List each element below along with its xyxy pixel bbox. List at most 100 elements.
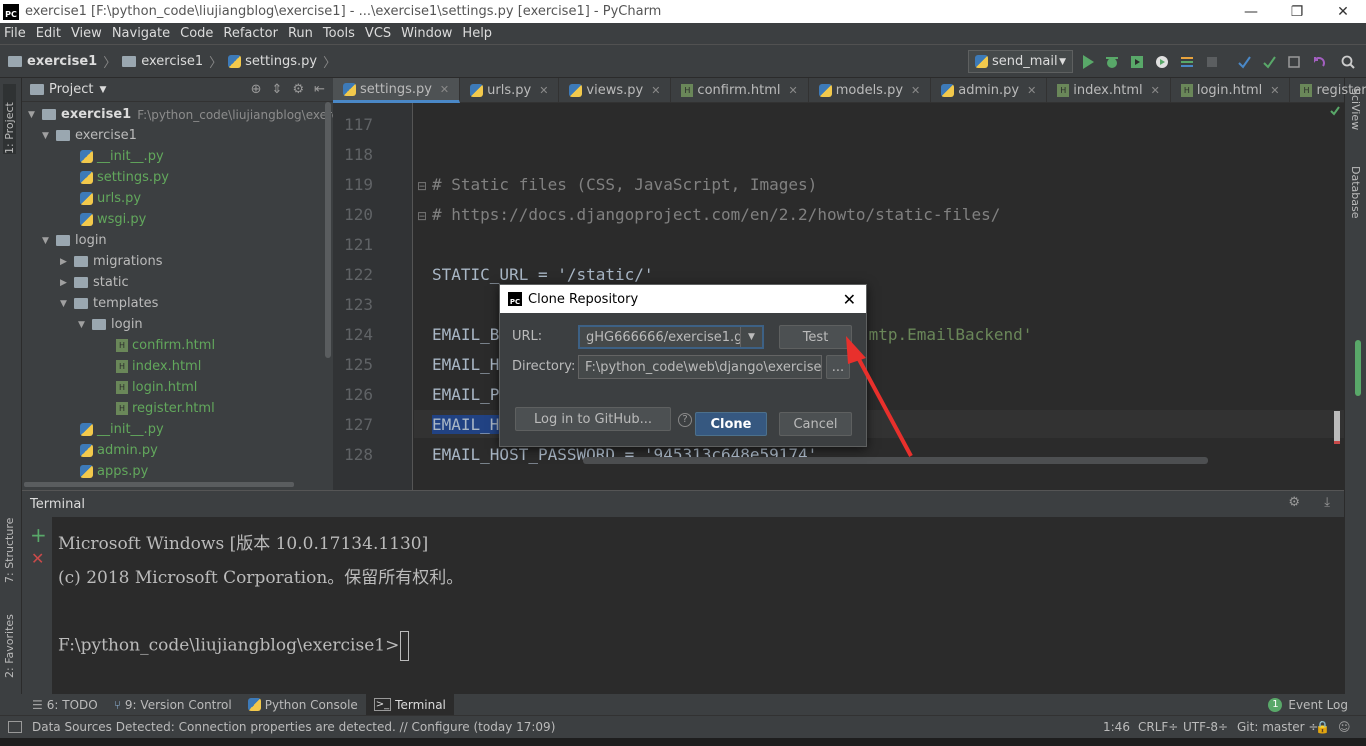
menu-vcs[interactable]: VCS <box>365 26 391 41</box>
tab-register-html[interactable]: H register.html <box>1290 78 1366 103</box>
close-icon[interactable]: ✕ <box>788 84 797 97</box>
chevron-down-icon[interactable]: ▼ <box>78 320 92 330</box>
tab-settings-py[interactable]: settings.py ✕ <box>333 78 461 103</box>
tree-item-login-html[interactable]: H login.html <box>116 377 197 398</box>
menu-tools[interactable]: Tools <box>323 26 355 41</box>
run-icon[interactable] <box>1080 54 1096 70</box>
close-icon[interactable]: ✕ <box>1027 84 1036 97</box>
chevron-down-icon[interactable]: ▼ <box>60 299 74 309</box>
project-vertical-scrollbar[interactable] <box>325 102 331 358</box>
collapse-all-icon[interactable]: ⇕ <box>272 82 283 97</box>
close-icon[interactable]: ✕ <box>1270 84 1279 97</box>
project-horizontal-scrollbar[interactable] <box>24 482 294 487</box>
cancel-button[interactable]: Cancel <box>779 412 852 436</box>
fold-marker-icon[interactable]: ⊟ <box>417 209 427 223</box>
test-button[interactable]: Test <box>779 325 852 349</box>
tab-models-py[interactable]: models.py ✕ <box>809 78 932 103</box>
breadcrumb-package[interactable]: exercise1 <box>141 54 203 69</box>
tree-item-settings[interactable]: settings.py <box>80 167 169 188</box>
tree-item-wsgi[interactable]: wsgi.py <box>80 209 146 230</box>
todo-tool-button[interactable]: ☰ 6: TODO <box>24 694 106 715</box>
tree-item-migrations[interactable]: ▶ migrations <box>60 251 163 272</box>
tab-login-html[interactable]: H login.html ✕ <box>1171 78 1291 103</box>
chevron-down-icon[interactable]: ▼ <box>42 131 56 141</box>
project-tool-button[interactable]: 1: Project <box>3 84 16 154</box>
chevron-down-icon[interactable]: ▼ <box>99 85 106 95</box>
toggle-tool-windows-icon[interactable] <box>8 721 22 733</box>
caret-position[interactable]: 1:46 <box>1103 720 1130 734</box>
coverage-icon[interactable] <box>1129 54 1145 70</box>
profile-icon[interactable] <box>1154 54 1170 70</box>
close-icon[interactable]: ✕ <box>440 83 449 96</box>
menu-file[interactable]: File <box>4 26 26 41</box>
clone-button[interactable]: Clone <box>695 412 767 436</box>
tree-item-login[interactable]: ▼ login <box>42 230 107 251</box>
tree-item-templates[interactable]: ▼ templates <box>60 293 158 314</box>
tree-item-urls[interactable]: urls.py <box>80 188 141 209</box>
file-encoding[interactable]: UTF-8÷ <box>1183 720 1228 734</box>
gear-icon[interactable]: ⚙ <box>1288 495 1300 510</box>
close-icon[interactable]: ✕ <box>651 84 660 97</box>
terminal-tool-button[interactable]: >_ Terminal <box>365 694 454 715</box>
menu-view[interactable]: View <box>71 26 102 41</box>
breadcrumb-project[interactable]: exercise1 <box>27 54 97 69</box>
close-icon[interactable]: ✕ <box>1151 84 1160 97</box>
stop-icon[interactable] <box>1204 54 1220 70</box>
close-icon[interactable]: ✕ <box>843 290 856 309</box>
tab-admin-py[interactable]: admin.py ✕ <box>931 78 1048 103</box>
tab-views-py[interactable]: views.py ✕ <box>559 78 672 103</box>
run-configuration-select[interactable]: send_mail ▼ <box>968 50 1073 73</box>
tree-item-init[interactable]: __init__.py <box>80 146 164 167</box>
editor-horizontal-scrollbar[interactable] <box>583 457 1208 464</box>
menu-code[interactable]: Code <box>180 26 213 41</box>
project-view-select[interactable]: Project <box>49 82 93 97</box>
help-icon[interactable]: ? <box>678 413 692 427</box>
fold-marker-icon[interactable]: ⊟ <box>417 179 427 193</box>
editor-vertical-scrollbar[interactable] <box>1334 411 1340 441</box>
structure-tool-button[interactable]: 7: Structure <box>3 503 16 583</box>
lock-icon[interactable]: 🔒 <box>1315 720 1330 734</box>
minimize-button[interactable]: — <box>1228 0 1274 23</box>
chevron-down-icon[interactable]: ▼ <box>740 327 762 347</box>
database-tool-button[interactable]: Database <box>1349 166 1362 236</box>
tree-item-index-html[interactable]: H index.html <box>116 356 201 377</box>
tab-urls-py[interactable]: urls.py ✕ <box>460 78 560 103</box>
restore-button[interactable]: ❐ <box>1274 0 1320 23</box>
chevron-right-icon[interactable]: ▶ <box>60 278 74 288</box>
tree-item-login-init[interactable]: __init__.py <box>80 419 164 440</box>
status-message[interactable]: Data Sources Detected: Connection proper… <box>32 720 555 734</box>
browse-button[interactable]: ... <box>826 355 850 379</box>
tree-item-register-html[interactable]: H register.html <box>116 398 215 419</box>
tree-item-exercise1[interactable]: ▼ exercise1 <box>42 125 137 146</box>
breadcrumb-file[interactable]: settings.py <box>245 54 317 69</box>
directory-input[interactable]: F:\python_code\web\django\exercise1 <box>578 355 822 379</box>
chevron-down-icon[interactable]: ▼ <box>42 236 56 246</box>
version-control-tool-button[interactable]: ⑂ 9: Version Control <box>106 694 240 715</box>
vcs-history-icon[interactable] <box>1286 54 1302 70</box>
event-log-tool-button[interactable]: 1 Event Log <box>1260 694 1356 715</box>
rollback-icon[interactable] <box>1311 54 1327 70</box>
menu-run[interactable]: Run <box>288 26 313 41</box>
menu-navigate[interactable]: Navigate <box>112 26 170 41</box>
close-icon[interactable]: ✕ <box>911 84 920 97</box>
tree-item-project-root[interactable]: ▼ exercise1 F:\python_code\liujiangblog\… <box>28 104 333 125</box>
line-separator[interactable]: CRLF÷ <box>1138 720 1178 734</box>
login-github-button[interactable]: Log in to GitHub... <box>515 407 671 431</box>
tree-item-static[interactable]: ▶ static <box>60 272 129 293</box>
tab-index-html[interactable]: H index.html ✕ <box>1047 78 1171 103</box>
git-branch[interactable]: Git: master ÷ <box>1237 720 1318 734</box>
hide-panel-icon[interactable]: ⤓ <box>1324 495 1330 510</box>
locate-icon[interactable]: ⊕ <box>251 82 262 97</box>
favorites-tool-button[interactable]: 2: Favorites <box>3 603 16 678</box>
build-icon[interactable] <box>1179 54 1195 70</box>
menu-window[interactable]: Window <box>401 26 452 41</box>
tab-confirm-html[interactable]: H confirm.html ✕ <box>671 78 809 103</box>
url-input[interactable]: gHG666666/exercise1.git ▼ <box>578 325 764 349</box>
debug-icon[interactable] <box>1104 54 1120 70</box>
chevron-right-icon[interactable]: ▶ <box>60 257 74 267</box>
hide-panel-icon[interactable]: ⇤ <box>314 82 325 97</box>
python-console-tool-button[interactable]: Python Console <box>240 694 366 715</box>
inspector-icon[interactable]: ☺ <box>1338 720 1351 734</box>
close-session-icon[interactable]: ✕ <box>31 549 44 568</box>
tree-item-admin[interactable]: admin.py <box>80 440 158 461</box>
